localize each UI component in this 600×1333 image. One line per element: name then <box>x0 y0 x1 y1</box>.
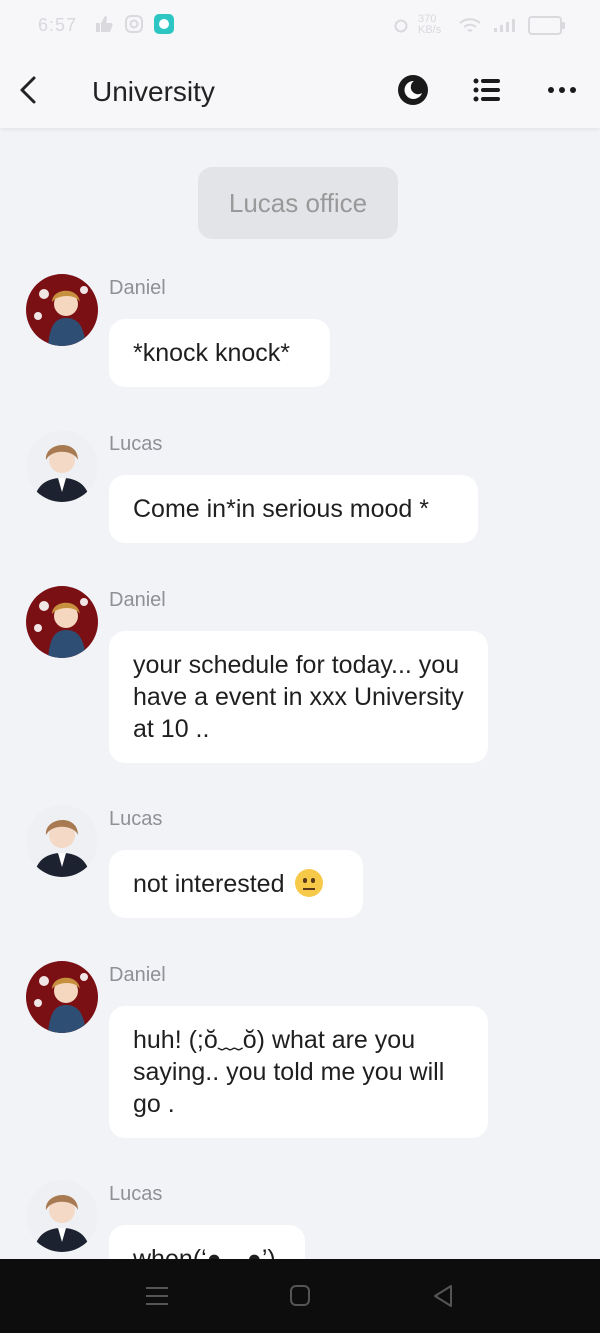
sender-name: Lucas <box>109 808 163 830</box>
list-icon[interactable] <box>469 72 505 108</box>
wifi-icon <box>459 18 481 32</box>
menu-icon[interactable] <box>143 1283 171 1309</box>
page-title: University <box>92 76 215 107</box>
chat-app-icon <box>154 14 174 34</box>
neutral-face-emoji <box>295 869 324 898</box>
moon-icon[interactable] <box>395 72 431 108</box>
message-bubble[interactable]: huh! (;ŏ﹏ŏ) what are you saying.. you to… <box>109 1006 488 1138</box>
status-bar: 6:57 370 KB/s <box>0 0 600 52</box>
instagram-icon <box>125 15 143 33</box>
sender-name: Daniel <box>109 277 166 299</box>
daniel-avatar[interactable] <box>26 586 98 658</box>
daniel-avatar[interactable] <box>26 274 98 346</box>
daniel-avatar[interactable] <box>26 961 98 1033</box>
scene-label: Lucas office <box>198 167 398 239</box>
message-text: when(‘◓﹏◓’) <box>133 1245 276 1259</box>
sender-name: Lucas <box>109 433 163 455</box>
alarm-icon <box>394 19 408 33</box>
home-square-icon[interactable] <box>286 1283 314 1309</box>
system-nav-bar <box>0 1259 600 1333</box>
lucas-avatar[interactable] <box>26 805 98 877</box>
sender-name: Daniel <box>109 589 166 611</box>
more-dots-icon[interactable] <box>544 72 580 108</box>
message-bubble[interactable]: Come in*in serious mood * <box>109 475 478 543</box>
sender-name: Lucas <box>109 1183 163 1205</box>
status-right-icons: 370 KB/s <box>394 13 565 36</box>
thumb-up-icon <box>96 16 113 32</box>
status-time: 6:57 <box>38 15 78 35</box>
status-left-icons <box>94 14 174 34</box>
message-text: not interested <box>133 870 285 898</box>
message-text: your schedule for today... you have a ev… <box>133 651 464 743</box>
message-text: huh! (;ŏ﹏ŏ) what are you saying.. you to… <box>133 1026 445 1118</box>
chat-area[interactable]: Lucas office Daniel *knock knock* Lucas … <box>0 128 600 1259</box>
message-text: Come in*in serious mood * <box>133 495 429 523</box>
message-text: *knock knock* <box>133 339 291 367</box>
triangle-back-icon[interactable] <box>429 1283 457 1309</box>
signal-icon <box>494 19 515 32</box>
message-bubble[interactable]: not interested <box>109 850 363 918</box>
sender-name: Daniel <box>109 964 166 986</box>
message-bubble[interactable]: when(‘◓﹏◓’) <box>109 1225 305 1259</box>
lucas-avatar[interactable] <box>26 1180 98 1252</box>
chevron-left-icon[interactable] <box>14 72 44 108</box>
message-bubble[interactable]: *knock knock* <box>109 319 330 387</box>
network-speed: 370 KB/s <box>418 13 442 36</box>
lucas-avatar[interactable] <box>26 430 98 502</box>
app-bar: University <box>0 52 600 128</box>
message-bubble[interactable]: your schedule for today... you have a ev… <box>109 631 488 763</box>
battery-icon <box>528 15 565 35</box>
